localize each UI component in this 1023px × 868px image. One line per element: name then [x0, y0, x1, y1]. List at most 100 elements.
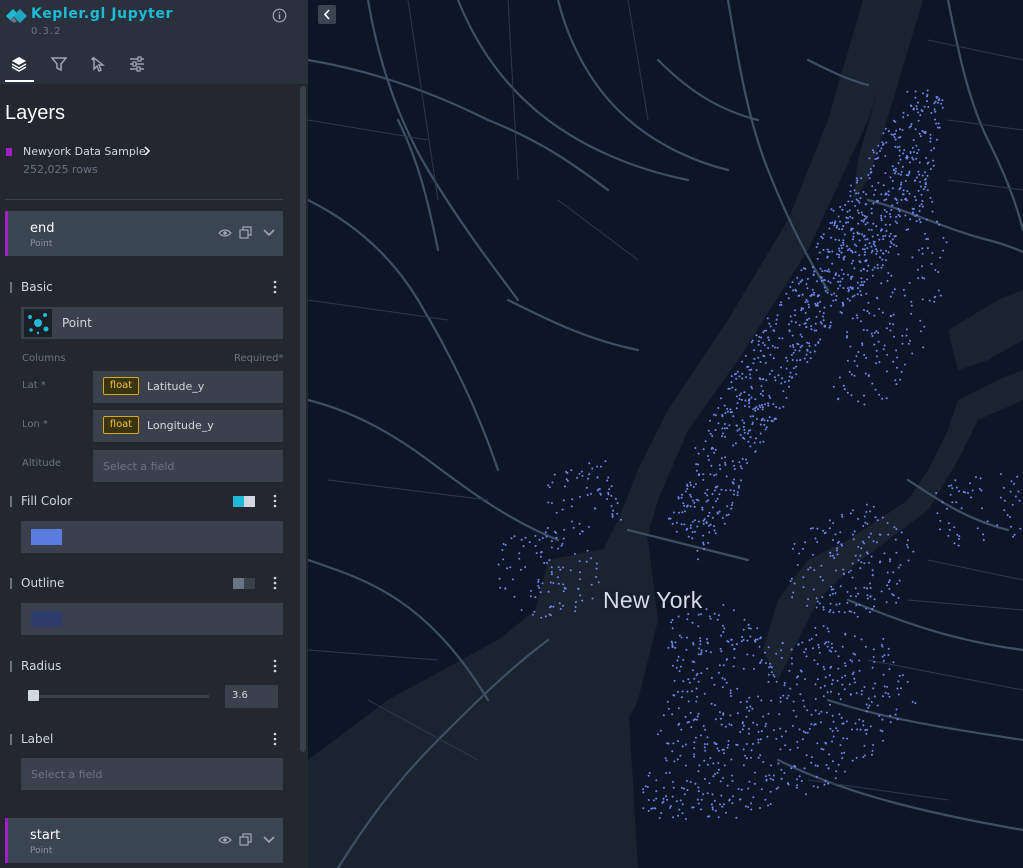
map-point [801, 738, 804, 741]
fill-color-toggle[interactable] [233, 496, 255, 507]
map-point [597, 581, 600, 584]
map-point [852, 235, 855, 238]
map-point [850, 394, 853, 397]
map-point [835, 770, 838, 773]
map-point [740, 479, 742, 482]
lon-field-selector[interactable]: float Longitude_y [93, 410, 283, 442]
map-point [799, 333, 802, 336]
filter-icon[interactable] [51, 56, 67, 72]
kebab-menu-icon[interactable] [270, 494, 280, 508]
map-point [842, 256, 845, 259]
settings-icon[interactable] [129, 56, 145, 72]
map-point [914, 199, 917, 202]
map-point [762, 715, 765, 718]
outline-color-picker[interactable] [21, 603, 283, 635]
map-point [776, 346, 779, 349]
radius-input[interactable]: 3.6 [225, 685, 278, 708]
map-point [547, 501, 550, 504]
map-point [902, 116, 905, 119]
info-icon[interactable] [272, 8, 287, 23]
map-point [757, 756, 760, 759]
map-point [707, 459, 710, 461]
map-point [748, 627, 750, 630]
map-point [780, 382, 783, 385]
panel-scrollbar[interactable] [300, 86, 306, 752]
radius-slider-track[interactable] [33, 695, 209, 698]
layer-name[interactable]: end [30, 221, 55, 236]
map-point [920, 109, 923, 112]
outline-toggle[interactable] [233, 578, 255, 589]
layers-icon[interactable] [11, 56, 27, 72]
duplicate-icon[interactable] [239, 226, 253, 240]
chevron-down-icon[interactable] [262, 226, 276, 240]
map-point [821, 579, 824, 582]
map-point [864, 645, 867, 648]
map-point [819, 338, 822, 341]
map-point [881, 645, 884, 648]
map-point [800, 780, 803, 782]
map-point [921, 205, 924, 208]
map-point [748, 394, 751, 396]
map-canvas[interactable] [308, 0, 1023, 868]
eye-icon[interactable] [218, 226, 232, 240]
eye-icon[interactable] [218, 833, 232, 847]
map-point [547, 590, 550, 593]
map-point [764, 798, 767, 801]
dataset-name[interactable]: Newyork Data Sample [23, 145, 146, 158]
map-point [728, 723, 731, 726]
map-point [927, 161, 930, 164]
altitude-field-selector[interactable]: Select a field [93, 450, 283, 482]
map-point [921, 174, 924, 177]
layer-type-selector[interactable]: Point [21, 307, 283, 339]
map-point [891, 179, 894, 182]
map-point [904, 363, 906, 366]
map-point [803, 705, 806, 708]
map-point [708, 524, 710, 527]
map-point [817, 643, 820, 646]
chevron-right-icon[interactable] [143, 146, 151, 156]
map-point [921, 247, 924, 250]
kebab-menu-icon[interactable] [270, 659, 280, 673]
fill-color-swatch[interactable] [31, 529, 62, 545]
map-point [687, 678, 690, 681]
map-point [784, 744, 787, 747]
map-point [886, 279, 889, 282]
map-point [750, 341, 753, 344]
kebab-menu-icon[interactable] [270, 732, 280, 746]
map-point [811, 266, 814, 269]
outline-color-swatch[interactable] [31, 611, 62, 627]
layer-header-end[interactable]: end Point [5, 211, 283, 256]
map-point [831, 740, 833, 743]
interaction-icon[interactable] [90, 56, 106, 72]
map-point [895, 245, 898, 248]
kebab-menu-icon[interactable] [270, 576, 280, 590]
chevron-down-icon[interactable] [262, 833, 276, 847]
kebab-menu-icon[interactable] [270, 280, 280, 294]
map-point [709, 473, 712, 476]
map-point [550, 502, 553, 504]
map-point [849, 595, 852, 598]
layer-name[interactable]: start [30, 828, 60, 843]
map-point [880, 147, 883, 150]
map-point [697, 452, 700, 455]
map-point [873, 660, 876, 663]
map-point [880, 217, 883, 220]
map-point [958, 538, 960, 540]
collapse-panel-button[interactable] [318, 5, 336, 24]
lat-field-selector[interactable]: float Latitude_y [93, 371, 283, 403]
map-point [794, 314, 797, 317]
map-point [768, 666, 771, 669]
layer-header-start[interactable]: start Point [5, 818, 283, 863]
map-point [755, 334, 758, 337]
map-point [795, 676, 798, 679]
map-point [820, 710, 823, 713]
map-point [903, 294, 906, 297]
duplicate-icon[interactable] [239, 833, 253, 847]
radius-slider-handle[interactable] [28, 690, 39, 701]
map-point [787, 379, 790, 382]
map-point [518, 552, 521, 555]
fill-color-picker[interactable] [21, 521, 283, 553]
map-point [915, 144, 918, 147]
label-field-selector[interactable]: Select a field [21, 758, 283, 790]
map-point [828, 227, 831, 230]
